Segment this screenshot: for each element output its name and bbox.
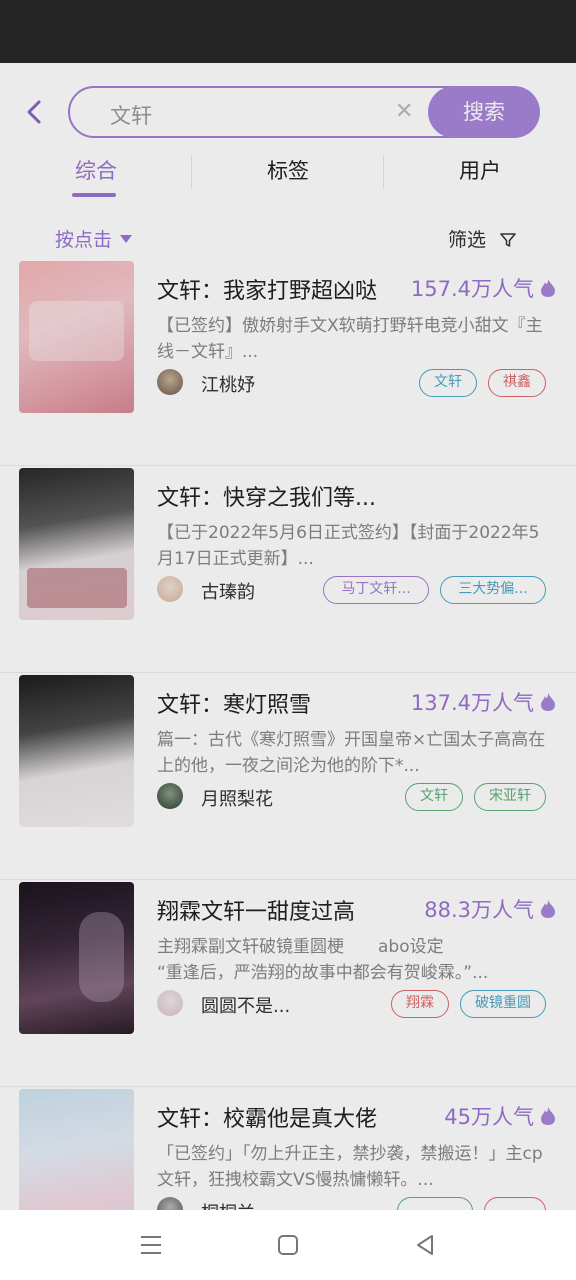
book-description: 「已签约」「勿上升正主，禁抄袭，禁搬运！」主cp文轩，狂拽校霸文VS慢热慵懒轩。… <box>157 1144 543 1190</box>
list-item[interactable]: 文轩：寒灯照雪 137.4万人气 篇一：古代《寒灯照雪》开国皇帝×亡国太子高高在… <box>0 673 576 880</box>
tag[interactable]: 马丁文轩... <box>323 576 429 604</box>
search-input[interactable]: 文轩 <box>110 100 152 130</box>
book-description: 主翔霖副文轩破镜重圆梗 abo设定 “重逢后，严浩翔的故事中都会有贺峻霖。”..… <box>157 937 489 983</box>
tag[interactable] <box>484 1197 546 1210</box>
list-item[interactable]: 翔霖文轩一甜度过高 88.3万人气 主翔霖副文轩破镜重圆梗 abo设定 “重逢后… <box>0 880 576 1087</box>
tag[interactable]: 祺鑫 <box>488 369 546 397</box>
book-description: 【已签约】傲娇射手文X软萌打野轩电竞小甜文『主线－文轩』... <box>157 316 543 362</box>
author-name: 月照梨花 <box>201 789 273 810</box>
book-cover <box>19 882 134 1034</box>
book-title: 文轩：快穿之我们等... <box>157 486 376 511</box>
tag-list: 文轩 祺鑫 <box>419 369 546 397</box>
menu-icon[interactable] <box>138 1232 164 1258</box>
search-field[interactable]: 文轩 ✕ 搜索 <box>68 86 540 138</box>
tag-list: 翔霖 破镜重圆 <box>391 990 546 1018</box>
author-name: 古瑧韵 <box>201 582 255 603</box>
book-title: 翔霖文轩一甜度过高 <box>157 900 356 925</box>
tab-comprehensive[interactable]: 综合 <box>0 155 192 185</box>
avatar <box>157 990 183 1016</box>
tag-list: 马丁文轩... 三大势偏... <box>323 576 546 604</box>
popularity: 88.3万人气 <box>424 894 556 924</box>
sort-label: 按点击 <box>55 229 113 251</box>
book-cover <box>19 468 134 620</box>
book-cover <box>19 261 134 413</box>
list-item[interactable]: 文轩：校霸他是真大佬 45万人气 「已签约」「勿上升正主，禁抄袭，禁搬运！」主c… <box>0 1087 576 1210</box>
tag[interactable]: 文轩 <box>405 783 463 811</box>
status-bar <box>0 0 576 63</box>
search-button[interactable]: 搜索 <box>428 86 540 138</box>
caret-down-icon <box>120 235 133 243</box>
popularity-count: 45万人气 <box>444 1105 534 1129</box>
book-title: 文轩：我家打野超凶哒 <box>157 279 378 304</box>
tab-users[interactable]: 用户 <box>384 155 576 185</box>
tag[interactable]: 宋亚轩 <box>474 783 546 811</box>
flame-icon <box>541 1107 555 1125</box>
tag[interactable] <box>397 1197 473 1210</box>
popularity: 45万人气 <box>444 1101 556 1131</box>
avatar <box>157 576 183 602</box>
popularity-count: 157.4万人气 <box>410 277 534 301</box>
book-description: 篇一：古代《寒灯照雪》开国皇帝×亡国太子高高在上的他，一夜之间沦为他的阶下*..… <box>157 730 546 776</box>
author-name: 圆圆不是... <box>201 996 291 1017</box>
flame-icon <box>541 900 555 918</box>
filter-button[interactable]: 筛选 <box>448 225 516 252</box>
sort-dropdown[interactable]: 按点击 <box>55 225 133 252</box>
tag[interactable]: 翔霖 <box>391 990 449 1018</box>
book-title: 文轩：校霸他是真大佬 <box>157 1107 378 1132</box>
avatar <box>157 1197 183 1210</box>
avatar <box>157 369 183 395</box>
popularity: 157.4万人气 <box>411 273 556 303</box>
filter-label: 筛选 <box>448 229 487 251</box>
filter-icon <box>500 233 516 247</box>
book-title: 文轩：寒灯照雪 <box>157 693 312 718</box>
tag-list <box>397 1197 546 1210</box>
tag[interactable]: 文轩 <box>419 369 477 397</box>
popularity: 137.4万人气 <box>411 687 556 717</box>
active-tab-indicator <box>72 193 116 197</box>
tag[interactable]: 三大势偏... <box>440 576 546 604</box>
popularity-count: 137.4万人气 <box>410 691 534 715</box>
tag-list: 文轩 宋亚轩 <box>405 783 546 811</box>
book-description: 【已于2022年5月6日正式签约】【封面于2022年5月17日正式更新】... <box>157 523 540 569</box>
author-name: 江桃妤 <box>201 375 255 396</box>
tag[interactable]: 破镜重圆 <box>460 990 546 1018</box>
flame-icon <box>541 693 555 711</box>
back-icon[interactable] <box>412 1232 438 1258</box>
results-list: 文轩：我家打野超凶哒 157.4万人气 【已签约】傲娇射手文X软萌打野轩电竞小甜… <box>0 259 576 1210</box>
home-icon[interactable] <box>275 1232 301 1258</box>
popularity-count: 88.3万人气 <box>424 898 534 922</box>
book-cover <box>19 1089 134 1210</box>
system-nav-bar <box>0 1210 576 1280</box>
search-results-page: 文轩 ✕ 搜索 综合 标签 用户 按点击 筛选 文轩：我家打野超凶哒 157.4… <box>0 63 576 1210</box>
book-cover <box>19 675 134 827</box>
list-item[interactable]: 文轩：我家打野超凶哒 157.4万人气 【已签约】傲娇射手文X软萌打野轩电竞小甜… <box>0 259 576 466</box>
flame-icon <box>541 279 555 297</box>
author-name: 桐桐兰 <box>201 1199 255 1210</box>
list-item[interactable]: 文轩：快穿之我们等... 【已于2022年5月6日正式签约】【封面于2022年5… <box>0 466 576 673</box>
tab-tags[interactable]: 标签 <box>192 155 384 185</box>
back-arrow-icon[interactable] <box>22 97 48 127</box>
result-tabs: 综合 标签 用户 <box>0 149 576 199</box>
clear-icon[interactable]: ✕ <box>395 99 413 124</box>
avatar <box>157 783 183 809</box>
